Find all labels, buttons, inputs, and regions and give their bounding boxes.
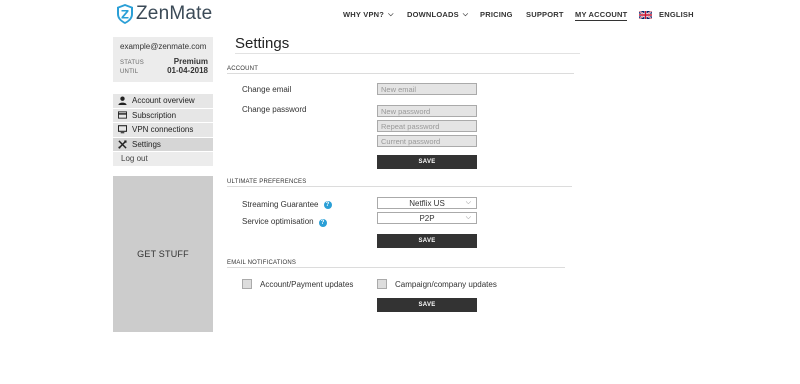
logout-link[interactable]: Log out: [113, 152, 213, 167]
shield-logo-icon: [117, 4, 133, 24]
until-value: 01-04-2018: [167, 66, 208, 75]
nav-pricing[interactable]: PRICING: [480, 10, 513, 19]
card-icon: [117, 110, 127, 120]
save-account-button[interactable]: SAVE: [377, 155, 477, 169]
nav-downloads-label: DOWNLOADS: [407, 10, 459, 19]
sidebar-item-label: Subscription: [132, 110, 177, 120]
status-value: Premium: [173, 57, 208, 66]
section-heading-email-notifications: EMAIL NOTIFICATIONS: [227, 260, 297, 266]
service-optimisation-text: Service optimisation: [242, 216, 314, 226]
account-payment-label: Account/Payment updates: [260, 279, 354, 289]
sidebar-item-vpn-connections[interactable]: VPN connections: [113, 123, 213, 138]
save-preferences-button[interactable]: SAVE: [377, 234, 477, 248]
account-payment-updates-option[interactable]: Account/Payment updates: [242, 279, 353, 289]
divider: [235, 53, 580, 54]
chevron-down-icon: ⌵: [462, 10, 469, 18]
new-password-input[interactable]: [377, 105, 477, 117]
status-row: STATUS Premium: [120, 57, 208, 66]
chevron-down-icon: ⌵: [388, 10, 394, 18]
until-label: UNTIL: [120, 69, 139, 75]
divider: [227, 186, 572, 187]
user-icon: [117, 96, 127, 106]
brand-name: ZenMate: [136, 3, 213, 24]
nav-pricing-label: PRICING: [480, 10, 513, 19]
uk-flag-icon: [639, 10, 652, 19]
section-heading-account: ACCOUNT: [227, 66, 259, 72]
account-payment-checkbox[interactable]: [242, 279, 252, 289]
campaign-company-updates-option[interactable]: Campaign/company updates: [377, 279, 497, 289]
service-optimisation-value: P2P: [419, 213, 435, 223]
nav-support[interactable]: SUPPORT: [526, 10, 564, 19]
streaming-guarantee-select[interactable]: Netflix US ⌵: [377, 197, 477, 209]
chevron-down-icon: ⌵: [465, 214, 471, 221]
nav-why-vpn-label: WHY VPN?: [343, 10, 385, 19]
nav-my-account-label: MY ACCOUNT: [575, 10, 628, 19]
service-optimisation-label: Service optimisation ?: [242, 215, 327, 227]
chevron-down-icon: ⌵: [465, 199, 471, 206]
save-notifications-button[interactable]: SAVE: [377, 298, 477, 312]
section-heading-preferences: ULTIMATE PREFERENCES: [227, 179, 307, 185]
zenmate-logo[interactable]: ZenMate: [117, 3, 212, 25]
monitor-icon: [117, 125, 127, 135]
help-icon[interactable]: ?: [318, 219, 327, 227]
streaming-guarantee-value: Netflix US: [409, 198, 445, 208]
streaming-guarantee-label: Streaming Guarantee ?: [242, 200, 332, 209]
language-label: ENGLISH: [659, 10, 694, 19]
current-password-input[interactable]: [377, 135, 477, 147]
top-header: ZenMate WHY VPN? ⌵ DOWNLOADS ⌵ PRICING S…: [0, 0, 800, 30]
sidebar-item-label: VPN connections: [132, 125, 194, 135]
promo-label: GET STUFF: [137, 249, 189, 259]
sidebar-item-label: Settings: [132, 139, 161, 149]
sidebar-item-settings[interactable]: Settings: [113, 137, 213, 152]
new-email-input[interactable]: [377, 83, 477, 95]
promo-banner[interactable]: GET STUFF: [113, 176, 213, 332]
help-icon[interactable]: ?: [323, 200, 332, 209]
language-selector[interactable]: ENGLISH: [639, 10, 694, 19]
campaign-company-checkbox[interactable]: [377, 279, 387, 289]
nav-my-account[interactable]: MY ACCOUNT: [575, 10, 628, 21]
campaign-company-label: Campaign/company updates: [395, 279, 497, 289]
page-title: Settings: [235, 35, 290, 52]
tools-icon: [117, 139, 127, 149]
divider: [227, 267, 565, 268]
nav-downloads[interactable]: DOWNLOADS ⌵: [407, 10, 468, 19]
until-row: UNTIL 01-04-2018: [120, 66, 208, 75]
sidebar-item-account-overview[interactable]: Account overview: [113, 94, 213, 109]
nav-support-label: SUPPORT: [526, 10, 564, 19]
sidebar-item-label: Account overview: [132, 96, 195, 106]
service-optimisation-select[interactable]: P2P ⌵: [377, 212, 477, 224]
change-email-label: Change email: [242, 85, 292, 94]
user-email: example@zenmate.com: [120, 42, 207, 51]
user-info-box: example@zenmate.com STATUS Premium UNTIL…: [113, 37, 213, 82]
repeat-password-input[interactable]: [377, 120, 477, 132]
streaming-guarantee-text: Streaming Guarantee: [242, 200, 319, 209]
change-password-label: Change password: [242, 105, 307, 114]
sidebar-menu: Account overview Subscription VPN connec…: [113, 94, 213, 167]
nav-why-vpn[interactable]: WHY VPN? ⌵: [343, 10, 394, 19]
divider: [227, 73, 574, 74]
sidebar-item-subscription[interactable]: Subscription: [113, 108, 213, 123]
